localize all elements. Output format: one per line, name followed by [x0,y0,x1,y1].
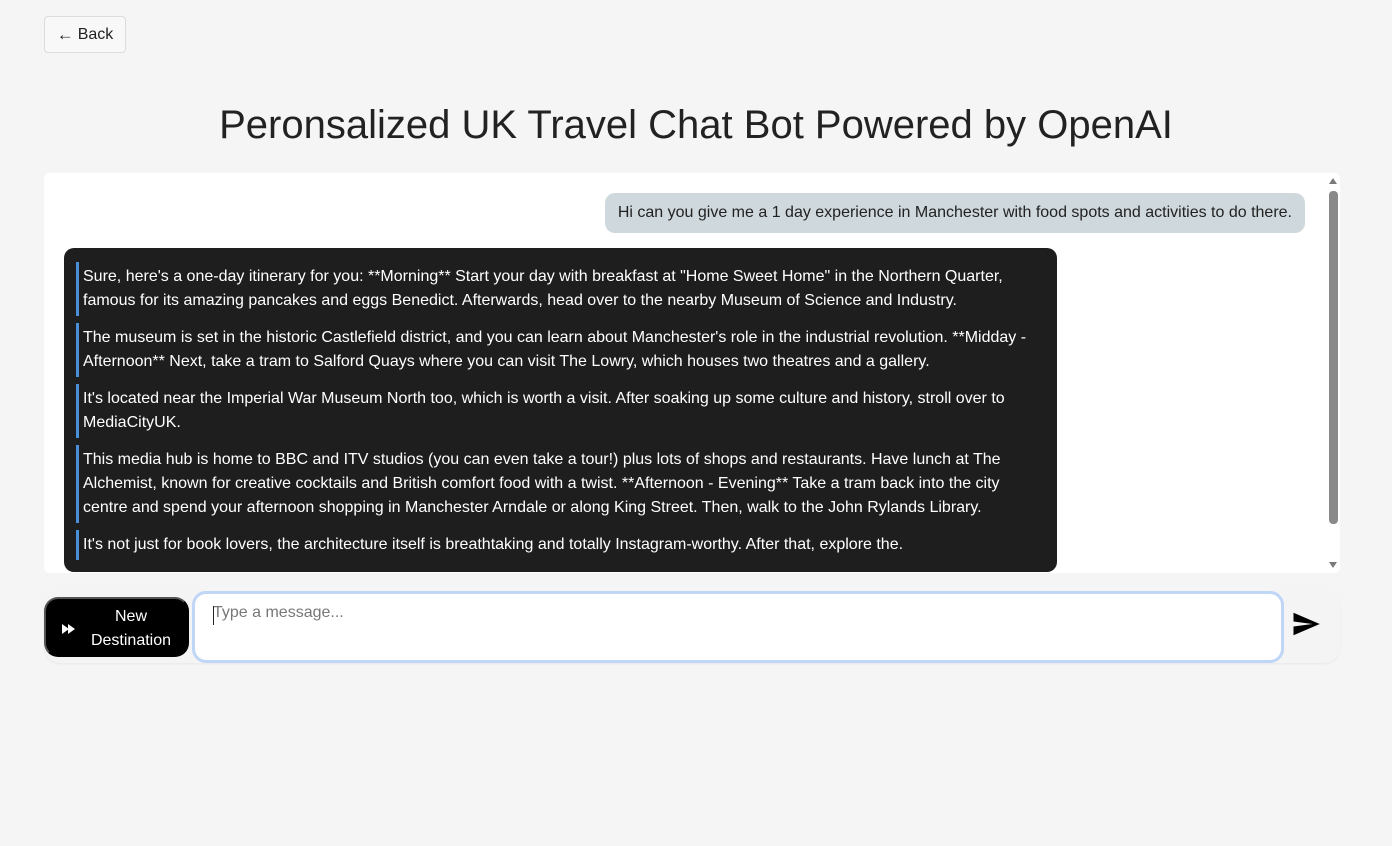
bot-paragraph: It's located near the Imperial War Museu… [76,384,1045,438]
message-input[interactable] [192,591,1284,663]
page-title: Peronsalized UK Travel Chat Bot Powered … [219,103,1173,147]
chat-window: Hi can you give me a 1 day experience in… [44,173,1340,573]
text-cursor [213,606,214,625]
scroll-down-arrow-icon[interactable] [1329,562,1337,568]
bot-paragraph: Sure, here's a one-day itinerary for you… [76,262,1045,316]
bot-paragraph: It's not just for book lovers, the archi… [76,530,1045,560]
back-label: Back [77,25,114,43]
chat-messages: Hi can you give me a 1 day experience in… [44,173,1326,573]
fast-forward-icon [62,624,75,634]
left-arrow-icon: ← [56,25,74,44]
message-composer: New Destination [44,591,1340,663]
scrollbar-thumb[interactable] [1329,191,1338,524]
user-message: Hi can you give me a 1 day experience in… [604,193,1305,233]
send-icon[interactable] [1290,609,1322,639]
new-destination-button[interactable]: New Destination [44,597,189,657]
bot-paragraph: This media hub is home to BBC and ITV st… [76,445,1045,523]
bot-message: Sure, here's a one-day itinerary for you… [64,248,1057,572]
scroll-up-arrow-icon[interactable] [1329,178,1337,184]
bot-paragraph: The museum is set in the historic Castle… [76,323,1045,377]
back-button[interactable]: ← Back [44,16,126,53]
chat-scrollbar[interactable] [1326,173,1340,573]
new-destination-label: New Destination [90,608,172,649]
